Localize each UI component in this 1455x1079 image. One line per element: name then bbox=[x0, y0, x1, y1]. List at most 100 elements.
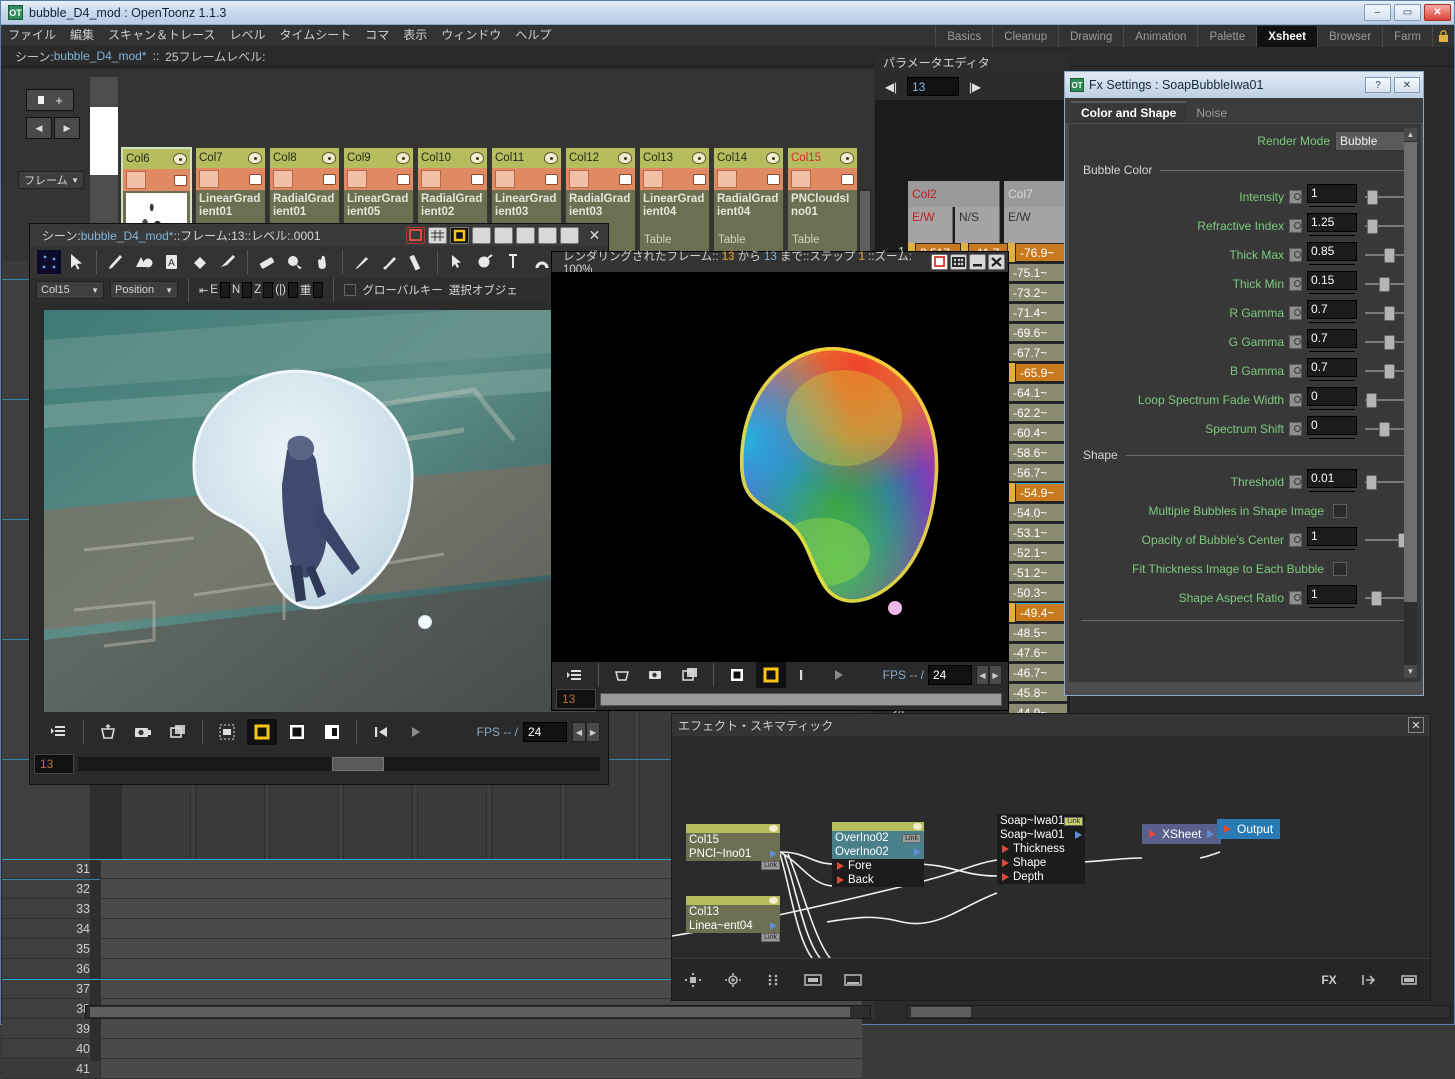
geometric-tool[interactable] bbox=[131, 249, 157, 275]
pe-cell-col7-ew[interactable]: -52.1~ bbox=[1008, 543, 1068, 562]
set-key-icon[interactable] bbox=[1289, 364, 1302, 378]
node-port-shape[interactable]: Shape bbox=[997, 856, 1085, 870]
column-header[interactable]: Col8 bbox=[270, 148, 339, 168]
tab-palette[interactable]: Palette bbox=[1197, 26, 1256, 47]
column-color-swatch[interactable] bbox=[347, 170, 367, 188]
rgb-picker-tool[interactable] bbox=[377, 249, 403, 275]
lock-rooms-icon[interactable] bbox=[1432, 26, 1454, 47]
snapshot-icon[interactable] bbox=[641, 662, 671, 688]
column-filter-bar[interactable] bbox=[270, 168, 339, 190]
menu-xsheet[interactable]: タイムシート bbox=[272, 25, 358, 46]
minimize-icon[interactable] bbox=[969, 254, 986, 270]
link-badge[interactable]: Link bbox=[761, 933, 780, 942]
pe-cell-col7-ew[interactable]: -49.4~ bbox=[1015, 603, 1068, 622]
tab-drawing[interactable]: Drawing bbox=[1058, 26, 1123, 47]
schematic-node-overino02[interactable]: OverIno02 Link OverIno02 Fore Back bbox=[832, 822, 924, 887]
pe-cell-col7-ew[interactable]: -73.2~ bbox=[1008, 283, 1068, 302]
pe-cell-col7-ew[interactable]: -67.7~ bbox=[1008, 343, 1068, 362]
fps-increase-button[interactable]: ▶ bbox=[989, 665, 1002, 685]
row-cells[interactable] bbox=[100, 1059, 862, 1078]
menu-file[interactable]: ファイル bbox=[1, 25, 63, 46]
menu-scan-and-trace[interactable]: スキャン＆トレース bbox=[101, 25, 222, 46]
camstand-toggle-icon[interactable] bbox=[471, 174, 484, 185]
pe-cell-col7-ew[interactable]: -54.0~ bbox=[1008, 503, 1068, 522]
normal-nodes-icon[interactable] bbox=[802, 970, 824, 990]
eye-toggle-icon[interactable] bbox=[396, 152, 410, 164]
render-canvas[interactable] bbox=[552, 272, 1008, 662]
set-key-icon[interactable] bbox=[1289, 533, 1302, 547]
scroll-down-icon[interactable]: ▼ bbox=[1404, 665, 1417, 678]
eye-toggle-icon[interactable] bbox=[840, 152, 854, 164]
render-mode-combo[interactable]: Bubble▾ bbox=[1335, 131, 1413, 151]
node-port-back[interactable]: Back bbox=[832, 873, 924, 887]
step-prev-icon[interactable]: ◀| bbox=[881, 78, 901, 96]
camstand-toggle-icon[interactable] bbox=[693, 174, 706, 185]
eye-toggle-icon[interactable] bbox=[322, 152, 336, 164]
fx-param-field[interactable]: 0.15 bbox=[1307, 271, 1357, 290]
column-header[interactable]: Col10 bbox=[418, 148, 487, 168]
pe-cell-col7-ew[interactable]: -56.7~ bbox=[1008, 463, 1068, 482]
pe-column-header-col7[interactable]: Col7 bbox=[1004, 181, 1070, 207]
pe-cell-col7-ew[interactable]: -65.9~ bbox=[1015, 363, 1068, 382]
column-color-swatch[interactable] bbox=[421, 170, 441, 188]
menu-help[interactable]: ヘルプ bbox=[508, 25, 558, 46]
pe-subheader-col2-ew[interactable]: E/W bbox=[908, 207, 953, 243]
fx-param-checkbox[interactable] bbox=[1333, 562, 1347, 576]
control-point-editor-tool[interactable] bbox=[444, 249, 470, 275]
axis-value-field[interactable] bbox=[220, 282, 230, 298]
fx-param-field[interactable]: 1 bbox=[1307, 585, 1357, 604]
eye-toggle-icon[interactable] bbox=[692, 152, 706, 164]
field-guide-icon[interactable] bbox=[516, 227, 535, 244]
column-header[interactable]: Col13 bbox=[640, 148, 709, 168]
brush-tool[interactable] bbox=[103, 249, 129, 275]
pinch-tool[interactable] bbox=[472, 249, 498, 275]
tab-animation[interactable]: Animation bbox=[1123, 26, 1197, 47]
column-color-swatch[interactable] bbox=[495, 170, 515, 188]
eraser-tool[interactable] bbox=[254, 249, 280, 275]
tab-cleanup[interactable]: Cleanup bbox=[992, 26, 1058, 47]
finger-tool[interactable] bbox=[310, 249, 336, 275]
save-images-icon[interactable] bbox=[607, 662, 637, 688]
node-eye-icon[interactable] bbox=[686, 824, 780, 833]
safe-area-icon[interactable] bbox=[450, 227, 469, 244]
xs-row[interactable]: 39 bbox=[2, 1019, 862, 1039]
eye-toggle-icon[interactable] bbox=[766, 152, 780, 164]
window-maximize-button[interactable]: ▭ bbox=[1394, 4, 1421, 21]
fx-param-field[interactable]: 0.01 bbox=[1307, 469, 1357, 488]
fx-close-button[interactable]: ✕ bbox=[1394, 77, 1420, 93]
selection-tool[interactable] bbox=[64, 249, 90, 275]
set-key-icon[interactable] bbox=[1289, 591, 1302, 605]
tab-color-and-shape[interactable]: Color and Shape bbox=[1071, 101, 1186, 123]
schematic-node-soapbubbleiwa01[interactable]: Soap~Iwa01 Link Soap~Iwa01 Thickness Sha… bbox=[997, 814, 1085, 884]
fx-param-field[interactable]: 0.85 bbox=[1307, 242, 1357, 261]
fx-param-field[interactable]: 1 bbox=[1307, 527, 1357, 546]
minimize-nodes-icon[interactable] bbox=[762, 970, 784, 990]
column-filter-bar[interactable] bbox=[344, 168, 413, 190]
pe-cell-col7-ew[interactable]: -58.6~ bbox=[1008, 443, 1068, 462]
xsheet-column-col13[interactable]: Col13LinearGradient04Table bbox=[639, 147, 710, 259]
flip-console-icon[interactable] bbox=[44, 719, 74, 745]
camstand-toggle-icon[interactable] bbox=[619, 174, 632, 185]
pe-cell-col7-ew[interactable]: -54.9~ bbox=[1015, 483, 1068, 502]
link-badge[interactable]: Link bbox=[1064, 817, 1083, 826]
menu-edit[interactable]: 編集 bbox=[63, 25, 101, 46]
schematic-node-xsheet[interactable]: XSheet bbox=[1142, 824, 1221, 844]
fx-param-field[interactable]: 0.7 bbox=[1307, 300, 1357, 319]
set-key-icon[interactable] bbox=[1289, 422, 1302, 436]
node-port-depth[interactable]: Depth bbox=[997, 870, 1085, 884]
play-icon[interactable] bbox=[824, 662, 854, 688]
column-parent[interactable]: Table bbox=[788, 234, 857, 246]
pe-cell-col7-ew[interactable]: -48.5~ bbox=[1008, 623, 1068, 642]
fx-param-field[interactable]: 0.7 bbox=[1307, 329, 1357, 348]
prev-level-button[interactable]: ◀ bbox=[26, 117, 52, 139]
column-filter-bar[interactable] bbox=[196, 168, 265, 190]
close-icon[interactable] bbox=[988, 254, 1005, 270]
eye-toggle-icon[interactable] bbox=[544, 152, 558, 164]
column-selector-combo[interactable]: Col15 ▼ bbox=[36, 281, 104, 299]
xsheet-column-col14[interactable]: Col14RadialGradient04Table bbox=[713, 147, 784, 259]
column-filter-bar[interactable] bbox=[640, 168, 709, 190]
input-port-icon[interactable] bbox=[1149, 830, 1156, 838]
camstand-toggle-icon[interactable] bbox=[767, 174, 780, 185]
pe-cell-col7-ew[interactable]: -64.1~ bbox=[1008, 383, 1068, 402]
fx-param-field[interactable]: 1.25 bbox=[1307, 213, 1357, 232]
